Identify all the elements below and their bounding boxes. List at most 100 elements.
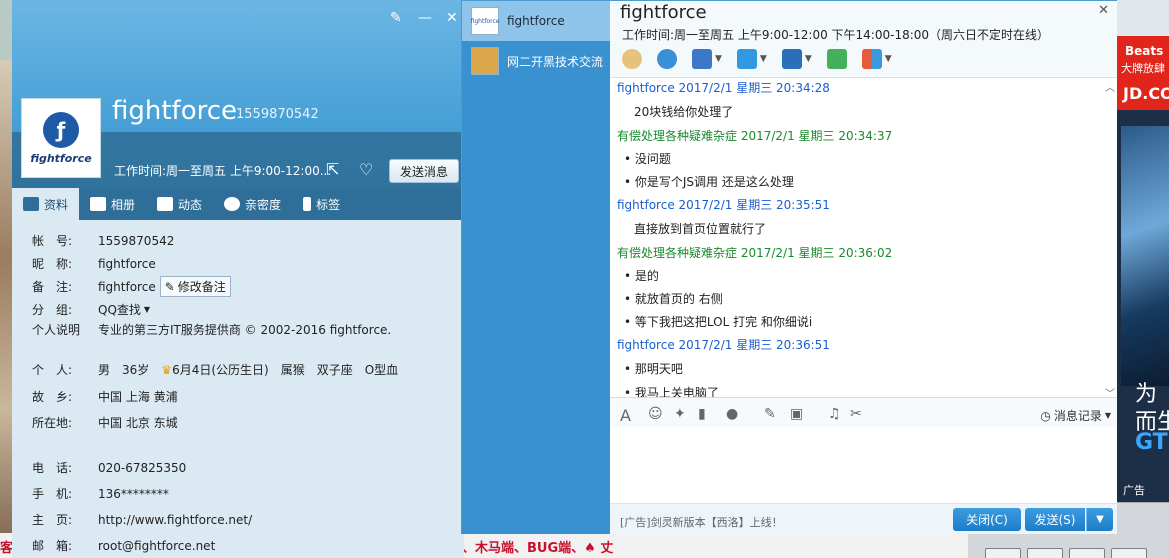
message-text: • 你是写个JS调用 还是这么处理: [624, 175, 794, 189]
message-header: fightforce 2017/2/1 星期三 20:36:51: [617, 338, 830, 352]
chevron-down-icon[interactable]: ▼: [805, 54, 812, 64]
field-value: QQ查找: [98, 303, 141, 317]
field-value: 1559870542: [98, 233, 175, 248]
ad-link[interactable]: [广告]剑灵新版本【西洛】上线！: [620, 514, 783, 530]
minimize-button[interactable]: —: [418, 10, 432, 26]
row-remark: 备 注: fightforce ✎ 修改备注: [32, 276, 231, 297]
row-group[interactable]: 分 组: QQ查找 ▼: [32, 301, 150, 318]
field-label: 电 话:: [32, 461, 73, 475]
video-camera-icon[interactable]: [657, 49, 677, 69]
list-icon: [157, 197, 174, 211]
album-icon: [90, 197, 107, 211]
tab-label: 动态: [178, 197, 203, 212]
tab-tags[interactable]: 标签: [292, 188, 351, 220]
send-button[interactable]: 发送(S): [1025, 508, 1085, 531]
right-advertisement[interactable]: Beats 大牌放肆 JD.CO 为 而生 GT 广告: [1117, 36, 1169, 502]
email-link[interactable]: root@fightforce.net: [98, 539, 215, 553]
age: 36岁: [122, 363, 150, 377]
music-icon[interactable]: ♫: [828, 406, 841, 422]
chat-hours: 工作时间:周一至周五 上午9:00-12:00 下午14:00-18:00（周六…: [622, 28, 1050, 42]
close-button[interactable]: ✕: [446, 10, 458, 26]
signature: 工作时间:周一至周五 上午9:00-12:00...: [114, 164, 332, 178]
homepage-link[interactable]: http://www.fightforce.net/: [98, 513, 252, 527]
message-text: • 就放首页的 右侧: [624, 292, 723, 306]
file-transfer-icon[interactable]: [736, 49, 757, 69]
apps-grid-icon[interactable]: [861, 49, 882, 69]
chat-main: fightforce ✕ 工作时间:周一至周五 上午9:00-12:00 下午1…: [610, 1, 1117, 534]
ad-slogan-3: GT: [1135, 430, 1168, 455]
edit-remark-button[interactable]: ✎ 修改备注: [159, 276, 231, 297]
message-text: • 等下我把这把LOL 打完 和你细说i: [624, 315, 813, 329]
qq-number: 1559870542: [236, 107, 319, 122]
font-icon[interactable]: A: [620, 406, 631, 425]
ad-label: 广告: [1123, 484, 1145, 497]
scissors-icon[interactable]: ✂: [850, 406, 862, 422]
field-label: 备 注:: [32, 280, 73, 294]
close-icon[interactable]: ✕: [1098, 3, 1109, 18]
row-location: 所在地: 中国 北京 东城: [32, 414, 178, 431]
close-chat-button[interactable]: 关闭(C): [953, 508, 1021, 531]
chevron-down-icon[interactable]: ▼: [760, 54, 767, 64]
field-value: fightforce: [98, 279, 156, 294]
message-header: fightforce 2017/2/1 星期三 20:34:28: [617, 81, 830, 95]
tab-feed[interactable]: 动态: [146, 188, 213, 220]
emoji-icon[interactable]: ☺: [648, 406, 663, 422]
field-value: 020-67825350: [98, 460, 187, 475]
session-label: 网二开黑技术交流: [507, 54, 604, 69]
message-list[interactable]: fightforce 2017/2/1 星期三 20:34:28 20块钱给你处…: [610, 77, 1117, 397]
tab-label: 亲密度: [245, 197, 282, 212]
shake-icon[interactable]: ▮: [698, 406, 706, 422]
chevron-down-icon[interactable]: ▼: [715, 54, 722, 64]
profile-window: ✎ — ✕ ƒ fightforce fightforce 1559870542…: [12, 0, 464, 558]
message-text: • 那明天吧: [624, 362, 683, 376]
clock-icon: ◷: [1040, 408, 1051, 423]
microphone-icon[interactable]: [622, 49, 642, 69]
chevron-down-icon[interactable]: ▼: [885, 54, 892, 64]
row-phone: 电 话: 020-67825350: [32, 459, 186, 476]
chevron-down-icon: ▼: [1104, 411, 1111, 420]
tab-info[interactable]: 资料: [12, 188, 80, 220]
share-icon[interactable]: ⇱: [326, 160, 346, 180]
message-history-button[interactable]: ◷ 消息记录 ▼: [1040, 407, 1111, 424]
field-label: 个 人:: [32, 363, 73, 377]
history-label: 消息记录: [1053, 409, 1102, 423]
chat-window: fightforce fightforce 网二开黑技术交流 fightforc…: [461, 0, 1117, 534]
row-bio: 个人说明 专业的第三方IT服务提供商 © 2002-2016 fightforce…: [32, 321, 391, 338]
blood-type: O型血: [364, 363, 399, 377]
image-icon[interactable]: ▣: [790, 406, 803, 422]
group-avatar: [471, 47, 499, 75]
skin-icon[interactable]: ✎: [390, 10, 402, 26]
field-value: fightforce: [98, 256, 156, 271]
row-homepage: 主 页: http://www.fightforce.net/: [32, 511, 252, 528]
ad-jd-logo: JD.CO: [1117, 76, 1169, 110]
session-item-group[interactable]: 网二开黑技术交流: [462, 41, 610, 81]
message-input[interactable]: [610, 427, 1117, 503]
tab-intimacy[interactable]: 亲密度: [213, 188, 292, 220]
row-nickname: 昵 称: fightforce: [32, 255, 156, 272]
screen-share-icon[interactable]: [692, 49, 712, 69]
message-header: 有偿处理各种疑难杂症 2017/2/1 星期三 20:36:02: [617, 246, 893, 260]
scroll-up-icon[interactable]: ︿: [1105, 79, 1115, 94]
background-text: 、木马端、BUG端、♠ 丈: [462, 541, 614, 556]
tab-album[interactable]: 相册: [79, 188, 146, 220]
session-label: fightforce: [507, 14, 565, 28]
edit-icon[interactable]: ✎: [764, 406, 776, 422]
send-options-button[interactable]: ▼: [1086, 508, 1113, 531]
send-message-button[interactable]: 发送消息: [389, 159, 459, 183]
session-item-fightforce[interactable]: fightforce fightforce: [462, 1, 610, 41]
background-keys: [985, 548, 1147, 558]
crown-icon: ♛: [161, 362, 173, 377]
gender: 男: [98, 363, 111, 377]
add-group-chat-icon[interactable]: [826, 49, 847, 69]
session-list: fightforce fightforce 网二开黑技术交流: [462, 1, 610, 534]
heart-add-icon[interactable]: ♡: [359, 160, 379, 180]
field-value: 专业的第三方IT服务提供商 © 2002-2016 fightforce.: [98, 323, 392, 337]
remote-desktop-icon[interactable]: [781, 49, 802, 69]
field-value: 136********: [98, 486, 169, 501]
avatar[interactable]: ƒ fightforce: [21, 98, 101, 178]
voice-message-icon[interactable]: ●: [726, 406, 738, 422]
field-label: 故 乡:: [32, 390, 73, 404]
field-label: 邮 箱:: [32, 539, 73, 553]
magic-wand-icon[interactable]: ✦: [674, 406, 686, 422]
field-label: 帐 号:: [32, 234, 73, 248]
